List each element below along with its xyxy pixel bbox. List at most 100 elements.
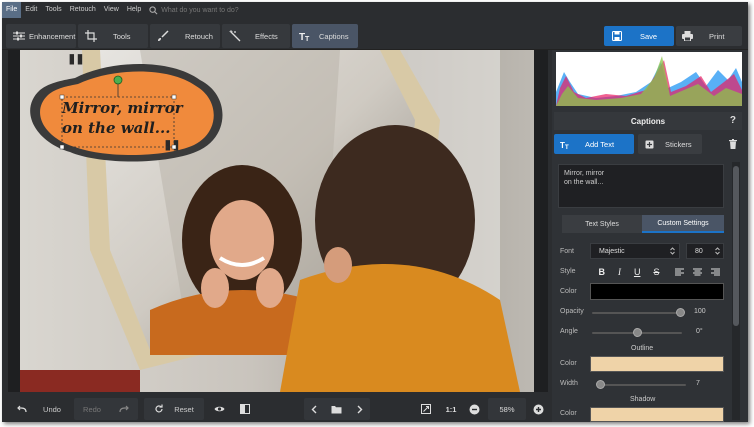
strikethrough-button[interactable]: S (653, 267, 659, 277)
opacity-value: 100 (694, 308, 706, 315)
text-content-field[interactable]: Mirror, mirror on the wall... (558, 164, 724, 208)
outline-color-swatch[interactable] (590, 356, 724, 372)
opacity-slider-handle[interactable] (676, 308, 685, 317)
font-select[interactable]: Majestic (590, 243, 680, 259)
outline-width-value: 7 (696, 380, 700, 387)
bold-button[interactable]: B (598, 267, 605, 277)
photo-canvas[interactable]: " " Mirror, mirror on the wall... (20, 50, 534, 392)
add-text-icon: TT (560, 141, 569, 149)
fit-screen-icon (421, 404, 431, 414)
bottom-bar: Undo Redo Reset 1:1 58% (2, 396, 552, 422)
undo-button[interactable]: Undo (8, 398, 70, 420)
shadow-color-swatch[interactable] (590, 407, 724, 422)
menu-tools[interactable]: Tools (41, 2, 65, 18)
font-label: Font (560, 248, 575, 255)
file-navigation (304, 398, 370, 420)
add-text-button[interactable]: TT Add Text (554, 134, 634, 154)
preview-eye-button[interactable] (208, 398, 230, 420)
tab-text-styles[interactable]: Text Styles (562, 215, 642, 233)
command-search[interactable]: What do you want to do? (149, 5, 239, 15)
menu-bar: File Edit Tools Retouch View Help What d… (2, 2, 748, 18)
angle-slider-handle[interactable] (633, 328, 642, 337)
opacity-label: Opacity (560, 308, 584, 315)
search-icon (149, 5, 158, 14)
alignment-buttons (670, 264, 724, 280)
undo-icon (17, 405, 27, 413)
redo-icon (119, 405, 129, 413)
color-label: Color (560, 288, 577, 295)
floppy-disk-icon (612, 31, 622, 41)
menu-help[interactable]: Help (123, 2, 145, 18)
printer-icon (682, 31, 693, 41)
tab-tools[interactable]: Tools (78, 24, 148, 48)
actual-size-button[interactable]: 1:1 (440, 398, 462, 420)
histogram-graph (556, 56, 742, 106)
delete-button[interactable] (724, 134, 742, 154)
menu-retouch[interactable]: Retouch (66, 2, 100, 18)
brush-icon (158, 30, 169, 41)
plus-circle-icon (533, 404, 543, 414)
chevron-right-icon[interactable] (357, 405, 363, 414)
align-center-icon[interactable] (692, 268, 702, 276)
align-left-icon[interactable] (674, 268, 684, 276)
search-placeholder: What do you want to do? (161, 6, 239, 14)
chevron-left-icon[interactable] (311, 405, 317, 414)
svg-text:": " (66, 50, 86, 91)
tab-effects[interactable]: Effects (222, 24, 290, 48)
panel-scrollbar[interactable] (732, 162, 740, 420)
reset-button[interactable]: Reset (144, 398, 204, 420)
outline-width-slider-handle[interactable] (596, 380, 605, 389)
angle-label: Angle (560, 328, 578, 335)
panel-title: Captions (630, 116, 666, 126)
stickers-button[interactable]: Stickers (638, 134, 702, 154)
text-icon: TT (299, 32, 310, 42)
outline-width-slider[interactable] (598, 384, 686, 386)
save-button[interactable]: Save (604, 26, 674, 46)
svg-text:": " (162, 132, 182, 177)
scrollbar-thumb[interactable] (733, 166, 739, 326)
outline-heading: Outline (631, 345, 654, 352)
font-size-stepper[interactable]: 80 (686, 243, 724, 259)
svg-text:T: T (565, 145, 569, 149)
underline-button[interactable]: U (634, 267, 641, 277)
reset-icon (155, 404, 163, 413)
eye-icon (214, 406, 224, 412)
text-color-swatch[interactable] (590, 283, 724, 300)
stepper-arrows-icon (715, 247, 720, 255)
caption-text[interactable]: Mirror, mirror on the wall... (62, 98, 183, 138)
chevron-updown-icon (670, 247, 675, 255)
minus-circle-icon (469, 404, 479, 414)
help-button[interactable]: ? (730, 115, 736, 126)
menu-view[interactable]: View (100, 2, 123, 18)
menu-edit[interactable]: Edit (21, 2, 41, 18)
svg-text:T: T (305, 36, 310, 42)
tab-custom-settings[interactable]: Custom Settings (642, 215, 724, 233)
italic-button[interactable]: I (618, 267, 621, 277)
menu-file[interactable]: File (2, 2, 22, 18)
histogram (556, 52, 742, 106)
angle-value: 0° (696, 328, 703, 335)
redo-button[interactable]: Redo (74, 398, 138, 420)
folder-icon[interactable] (331, 405, 342, 414)
align-right-icon[interactable] (710, 268, 720, 276)
zoom-out-button[interactable] (464, 398, 484, 420)
opacity-slider[interactable] (592, 312, 682, 314)
tab-retouch[interactable]: Retouch (150, 24, 220, 48)
crop-icon (85, 30, 97, 42)
text-style-buttons: B I U S (592, 264, 666, 280)
split-view-icon (240, 404, 250, 414)
print-button[interactable]: Print (676, 26, 742, 46)
magic-wand-icon (229, 30, 241, 42)
width-label: Width (560, 380, 578, 387)
zoom-value[interactable]: 58% (488, 398, 526, 420)
shadow-color-label: Color (560, 410, 577, 417)
zoom-in-button[interactable] (528, 398, 548, 420)
fit-to-screen-button[interactable] (416, 398, 436, 420)
compare-button[interactable] (234, 398, 256, 420)
tab-captions[interactable]: TT Captions (292, 24, 358, 48)
sticker-add-icon (645, 140, 654, 148)
sliders-icon (13, 31, 25, 41)
outline-color-label: Color (560, 360, 577, 367)
style-label: Style (560, 268, 576, 275)
tab-enhancement[interactable]: Enhancement (6, 24, 76, 48)
